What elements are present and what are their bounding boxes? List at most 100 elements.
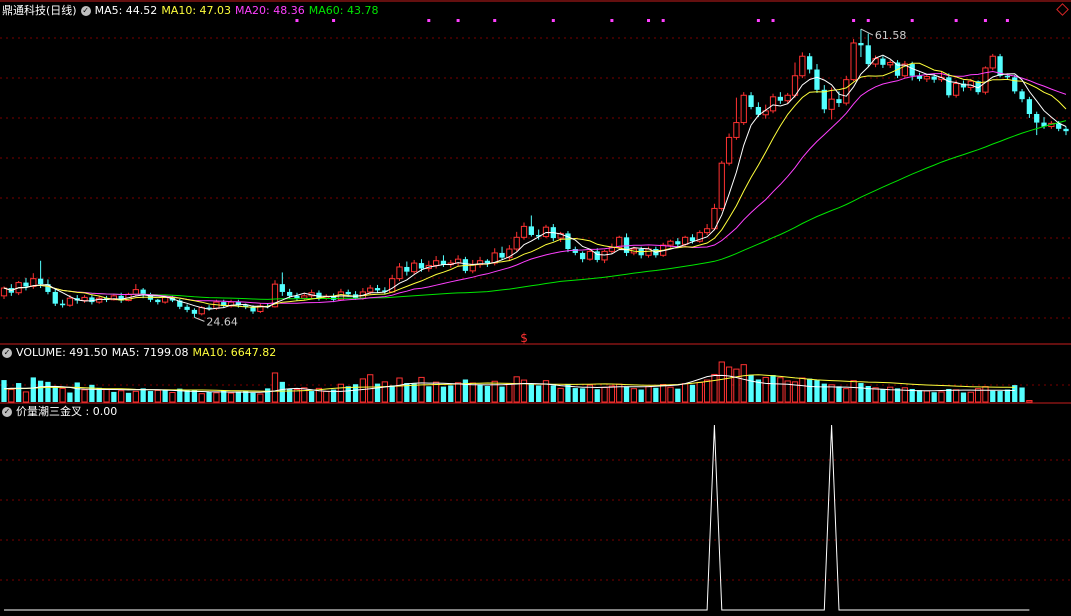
top-marker (647, 19, 651, 22)
candle-body-up (682, 236, 689, 245)
volume-bar-down (1, 380, 7, 402)
volume-bar-down (279, 381, 285, 402)
volume-bar-up (799, 377, 806, 403)
volume-bar-up (154, 389, 161, 403)
indicator-header: ✓ 价量潮三金叉 : 0.00 (2, 405, 121, 419)
candle-body-up (989, 55, 996, 69)
candle-body-up (828, 98, 835, 110)
volume-bar-up (271, 372, 279, 403)
volume-bar-up (557, 387, 564, 403)
volume-bar-up (418, 376, 425, 403)
volume-bar-down (448, 385, 454, 402)
volume-bar-down (16, 383, 22, 402)
candle-body-up (733, 122, 740, 138)
volume-bar-down (880, 389, 886, 402)
volume-bar-up (198, 393, 205, 403)
candle-body-down (59, 303, 66, 306)
volume-bar-down (440, 386, 447, 402)
candle-body-up (132, 289, 139, 295)
candle-body-down (52, 291, 58, 304)
volume-bar-up (718, 361, 725, 403)
candle-body-down (807, 56, 813, 70)
volume-ma10-label: MA10: 6647.82 (192, 346, 277, 359)
volume-bar-down (931, 392, 937, 402)
candle-body-down (279, 284, 285, 292)
volume-bar-up (337, 383, 345, 403)
top-marker (332, 19, 336, 22)
price-header: 鼎通科技(日线) ✓ MA5: 44.52 MA10: 47.03 MA20: 48.3… (2, 4, 382, 18)
top-marker (610, 19, 614, 22)
volume-circle-icon[interactable]: ✓ (2, 348, 12, 358)
volume-bar-down (997, 391, 1003, 402)
volume-bar-up (660, 384, 667, 403)
volume-bar-up (850, 380, 857, 403)
volume-bar-down (536, 385, 542, 402)
candle-body-up (0, 287, 8, 297)
volume-bar-down (140, 388, 146, 402)
volume-bar-up (645, 386, 652, 403)
volume-bar-down (265, 388, 271, 402)
candle-body-up (542, 226, 550, 238)
volume-bar-down (162, 390, 168, 402)
candle-body-up (396, 266, 403, 280)
stock-chart[interactable]: 61.58 24.64 $ (0, 0, 1071, 616)
volume-bar-up (81, 389, 88, 403)
volume-bar-up (169, 392, 176, 403)
candle-body-down (404, 266, 410, 272)
indicator-label: 价量潮三金叉 : 0.00 (16, 405, 118, 418)
candle-body-down (140, 289, 146, 295)
volume-bar-down (960, 392, 967, 402)
candle-body-up (301, 295, 308, 299)
candle-body-down (777, 96, 783, 101)
top-marker (1005, 19, 1009, 22)
volume-bar-down (462, 379, 469, 402)
candle-body-down (814, 69, 820, 90)
candle-body-up (667, 240, 674, 246)
volume-bar-down (836, 386, 842, 402)
candle-body-down (345, 291, 351, 295)
volume-bar-up (506, 383, 513, 403)
candle-body-down (484, 260, 491, 264)
volume-bar-up (711, 373, 718, 403)
candle-body-up (784, 94, 791, 102)
candle-body-up (161, 296, 169, 303)
top-marker (551, 19, 555, 22)
candle-body-down (880, 58, 886, 65)
volume-bar-down (37, 380, 44, 402)
volume-bar-down (499, 386, 505, 402)
volume-bar-up (601, 386, 608, 403)
indicator-circle-icon[interactable]: ✓ (2, 407, 12, 417)
candle-body-down (1019, 91, 1025, 100)
volume-label: VOLUME: 491.50 (16, 346, 108, 359)
volume-bar-up (682, 383, 689, 403)
top-marker (954, 19, 958, 22)
candle-body-down (579, 252, 586, 260)
candle-body-up (411, 262, 418, 273)
candle-body-down (1012, 77, 1018, 92)
candle-body-down (1034, 114, 1040, 123)
volume-bar-up (696, 381, 703, 403)
volume-bar-up (118, 390, 125, 403)
volume-bar-down (916, 390, 923, 402)
candle-body-down (528, 226, 534, 235)
indicator-line (4, 424, 1030, 611)
top-marker (910, 19, 914, 22)
low-label: 24.64 (206, 315, 238, 328)
volume-bar-down (579, 388, 586, 402)
candle-body-up (982, 67, 989, 93)
volume-bar-up (323, 390, 330, 403)
volume-bar-up (843, 388, 850, 403)
top-marker (456, 19, 460, 22)
candle-body-down (821, 89, 827, 110)
volume-bar-up (1026, 400, 1033, 403)
volume-bar-up (667, 386, 674, 403)
candle-body-up (725, 136, 733, 164)
ma20-label: MA20: 48.36 (235, 4, 305, 17)
volume-bar-down (389, 385, 395, 402)
settings-circle-icon[interactable]: ✓ (80, 6, 91, 16)
volume-bar-down (52, 387, 58, 402)
volume-bar-down (235, 391, 242, 402)
volume-bar-down (206, 391, 212, 402)
volume-ma5-label: MA5: 7199.08 (111, 346, 189, 359)
candle-body-up (740, 94, 747, 124)
